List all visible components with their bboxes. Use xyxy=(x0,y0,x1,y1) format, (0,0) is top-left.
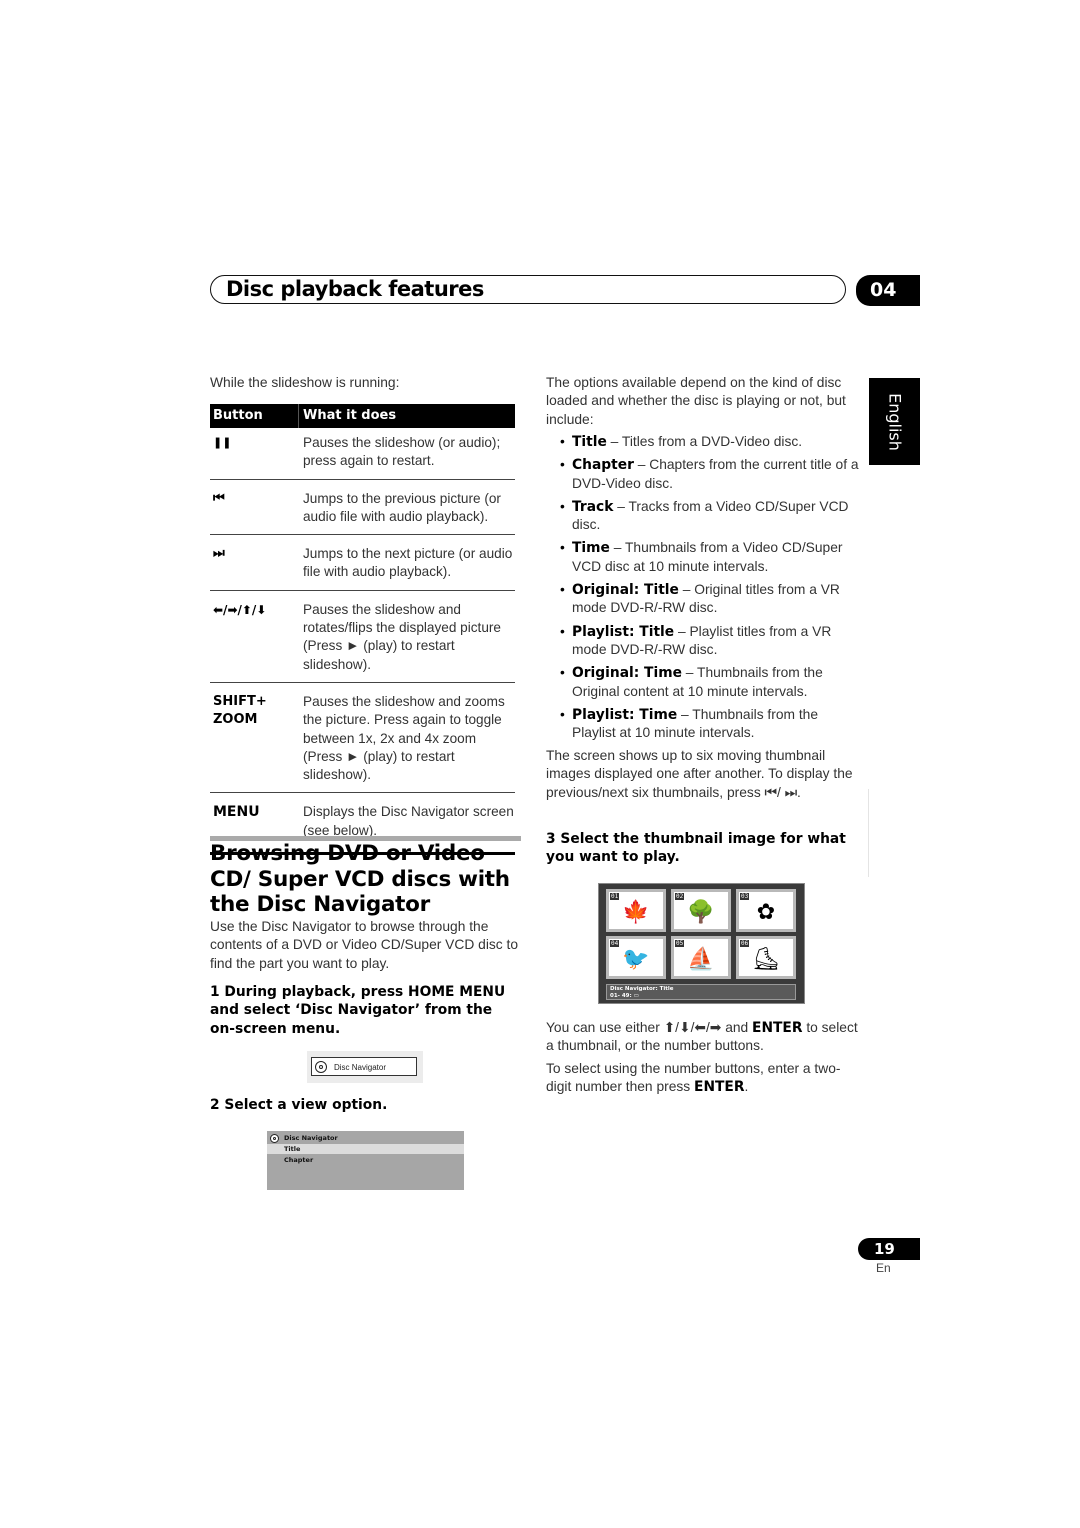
row-button-label: SHIFT+ ZOOM xyxy=(213,693,267,728)
skater-icon: ⛸ xyxy=(752,946,780,972)
thumbnail-06[interactable]: 06 ⛸ xyxy=(736,936,796,979)
screen-note: The screen shows up to six moving thumbn… xyxy=(546,748,853,800)
option-title[interactable]: Title xyxy=(267,1144,464,1154)
disc-navigator-title: Disc Navigator xyxy=(267,1133,464,1143)
table-row: ⏮ Jumps to the previous picture (or audi… xyxy=(210,480,515,536)
leaf-icon: 🍁 xyxy=(622,899,650,925)
chapter-number: 04 xyxy=(856,275,920,306)
list-item: • Playlist: Title – Playlist titles from … xyxy=(560,623,832,657)
thumbnail-status-bar: Disc Navigator: Title 01- 49: ▭ xyxy=(606,984,796,1000)
tree-icon: 🌳 xyxy=(687,899,715,925)
previous-icon: ⏮ xyxy=(213,490,225,506)
menu-title-text: Disc Navigator xyxy=(284,1134,338,1142)
step-3: 3 Select the thumbnail image for what yo… xyxy=(546,831,846,866)
toucan-icon: 🐦 xyxy=(622,946,650,972)
list-item: • Original: Title – Original titles from … xyxy=(560,582,840,616)
list-item: • Playlist: Time – Thumbnails from the Pl… xyxy=(560,706,819,741)
table-header: Button What it does xyxy=(210,404,515,428)
section-title: Browsing DVD or Video CD/ Super VCD disc… xyxy=(210,841,510,917)
list-item: • Track – Tracks from a Video CD/Super VC… xyxy=(560,498,849,533)
options-list: • Title – Titles from a DVD-Video disc. •… xyxy=(546,433,861,747)
row-desc: Jumps to the next picture (or audio file… xyxy=(303,546,513,580)
thumbnail-04[interactable]: 04 🐦 xyxy=(606,936,666,979)
side-divider xyxy=(868,789,869,877)
next-icon: ⏭ xyxy=(213,546,225,562)
row-desc: Pauses the slideshow (or audio); press a… xyxy=(303,435,501,469)
list-item: • Time – Thumbnails from a Video CD/Super… xyxy=(560,540,843,574)
row-button-label: MENU xyxy=(213,804,260,821)
disc-icon xyxy=(270,1134,279,1143)
thumbnail-grid: 01 🍁 02 🌳 03 ✿ 04 🐦 05 ⛵ 06 ⛸ Disc Navigator: … xyxy=(598,883,805,1004)
step-2: 2 Select a view option. xyxy=(210,1097,388,1113)
pause-icon: ❚❚ xyxy=(213,436,232,449)
thumbnail-01[interactable]: 01 🍁 xyxy=(606,889,666,932)
select-note: You can use either ⬆/⬇/⬅/➡ and ENTER to … xyxy=(546,1020,858,1054)
table-row: ⏭ Jumps to the next picture (or audio fi… xyxy=(210,535,515,591)
language-tab: English xyxy=(869,378,920,465)
number-note: To select using the number buttons, ente… xyxy=(546,1061,841,1096)
page-language: En xyxy=(876,1261,891,1275)
row-desc: Pauses the slideshow and rotates/flips t… xyxy=(303,601,501,672)
row-desc: Jumps to the previous picture (or audio … xyxy=(303,490,501,524)
list-item: • Title – Titles from a DVD-Video disc. xyxy=(560,434,803,450)
page-number: 19 xyxy=(858,1238,920,1260)
col-header-action: What it does xyxy=(303,408,397,423)
list-item: • Chapter – Chapters from the current tit… xyxy=(560,457,859,491)
disc-icon xyxy=(315,1061,327,1073)
language-label: English xyxy=(885,392,904,451)
table-row: ❚❚ Pauses the slideshow (or audio); pres… xyxy=(210,428,515,480)
list-item: • Original: Time – Thumbnails from the Or… xyxy=(560,665,823,699)
row-desc: Pauses the slideshow and zooms the pictu… xyxy=(303,693,505,783)
table-row: SHIFT+ ZOOM Pauses the slideshow and zoo… xyxy=(210,683,515,794)
table-row: ⬅/➡/⬆/⬇ Pauses the slideshow and rotates… xyxy=(210,591,515,683)
page-title: Disc playback features xyxy=(226,277,484,301)
disc-navigator-label: Disc Navigator xyxy=(334,1063,387,1072)
step-1: 1 During playback, press HOME MENU and s… xyxy=(210,984,506,1037)
status-range: 01- 49: ▭ xyxy=(610,992,639,999)
col-header-button: Button xyxy=(210,404,299,428)
disc-navigator-item[interactable]: Disc Navigator xyxy=(311,1057,417,1076)
flower-icon: ✿ xyxy=(756,899,776,925)
option-chapter[interactable]: Chapter xyxy=(267,1155,464,1165)
options-intro: The options available depend on the kind… xyxy=(546,375,846,427)
arrow-keys-icon: ⬅/➡/⬆/⬇ xyxy=(213,602,267,617)
thumbnail-05[interactable]: 05 ⛵ xyxy=(671,936,731,979)
disc-navigator-menu-item[interactable]: Disc Navigator xyxy=(307,1051,423,1083)
thumbnail-02[interactable]: 02 🌳 xyxy=(671,889,731,932)
windsurfer-icon: ⛵ xyxy=(687,946,715,972)
table-intro: While the slideshow is running: xyxy=(210,375,400,390)
disc-navigator-options: Disc Navigator Title Chapter xyxy=(267,1131,464,1190)
button-table: Button What it does ❚❚ Pauses the slides… xyxy=(210,404,515,856)
section-intro: Use the Disc Navigator to browse through… xyxy=(210,919,519,971)
row-desc: Displays the Disc Navigator screen (see … xyxy=(303,804,514,838)
thumbnail-03[interactable]: 03 ✿ xyxy=(736,889,796,932)
